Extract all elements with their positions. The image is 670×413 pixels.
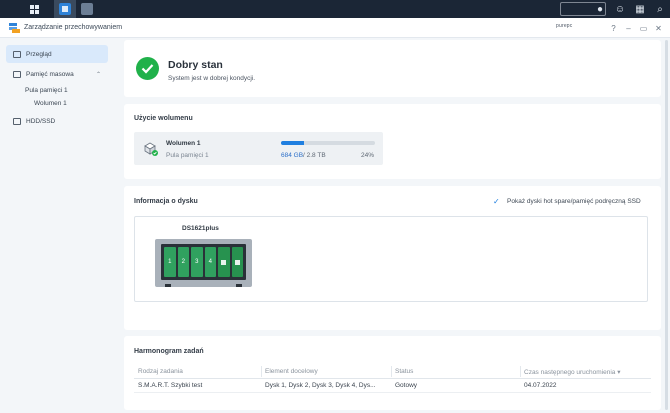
cell-task-type: S.M.A.R.T. Szybki test — [138, 382, 203, 389]
user-icon[interactable]: ☺ — [610, 0, 630, 18]
maximize-button[interactable]: ▭ — [638, 21, 649, 35]
status-title: Dobry stan — [168, 59, 223, 71]
main-menu-button[interactable] — [23, 0, 45, 18]
column-divider[interactable] — [520, 366, 521, 377]
status-card: Dobry stan System jest w dobrej kondycji… — [124, 40, 661, 97]
nas-foot — [165, 284, 171, 287]
sidebar-item-hdd[interactable]: HDD/SSD — [6, 112, 108, 130]
watermark-text: purepc — [556, 23, 573, 29]
nas-device[interactable]: 1 2 3 4 — [155, 239, 252, 287]
storage-manager-task[interactable] — [54, 0, 76, 18]
sidebar-item-storage[interactable]: Pamięć masowa — [6, 65, 108, 83]
disk-bay-3[interactable]: 3 — [191, 247, 203, 277]
status-subtitle: System jest w dobrej kondycji. — [168, 75, 256, 82]
disk-view: DS1621plus 1 2 3 4 — [134, 216, 648, 302]
volume-name: Wolumen 1 — [166, 140, 201, 147]
app-icon — [81, 3, 93, 15]
check-circle-icon — [136, 57, 159, 80]
storage-manager-icon — [9, 23, 20, 33]
disk-info-card: Informacja o dysku ✓ Pokaż dyski hot spa… — [124, 186, 661, 330]
hot-spare-checkbox-label[interactable]: Pokaż dyski hot spare/pamięć podręczną S… — [507, 198, 641, 205]
volume-icon — [144, 142, 158, 156]
disk-bay-2[interactable]: 2 — [177, 247, 189, 277]
grid-icon — [29, 4, 39, 14]
notification-icon[interactable]: ● — [590, 0, 610, 18]
sidebar-item-label: Przegląd — [26, 50, 52, 58]
second-app-task[interactable] — [76, 0, 98, 18]
table-header-row: Rodzaj zadania Element docelowy Status C… — [134, 365, 651, 379]
sidebar-item-label: Pamięć masowa — [26, 70, 74, 78]
help-button[interactable]: ? — [608, 21, 619, 35]
storage-icon — [13, 70, 21, 78]
schedule-heading: Harmonogram zadań — [134, 348, 204, 355]
sidebar: Przegląd Pamięć masowa ⌃ Pula pamięci 1 … — [0, 39, 114, 413]
volume-usage-heading: Użycie wolumenu — [134, 115, 193, 122]
volume-percent: 24% — [361, 152, 375, 159]
storage-manager-window: Zarządzanie przechowywaniem purepc ? – ▭… — [0, 18, 670, 413]
disk-bay-6[interactable] — [231, 247, 243, 277]
volume-pool: Pula pamięci 1 — [166, 152, 209, 159]
volume-total: / 2.8 TB — [303, 152, 326, 159]
nas-front-panel: 1 2 3 4 — [161, 244, 246, 280]
search-icon[interactable]: ⌕ — [650, 0, 670, 18]
task-schedule-card: Harmonogram zadań Rodzaj zadania Element… — [124, 336, 661, 410]
volume-total-value: 2.8 TB — [306, 152, 326, 159]
window-controls: ? – ▭ ✕ — [608, 21, 664, 35]
disk-bay-5[interactable] — [218, 247, 230, 277]
schedule-table: Rodzaj zadania Element docelowy Status C… — [134, 365, 651, 393]
column-header-status[interactable]: Status — [395, 368, 515, 375]
window-title: Zarządzanie przechowywaniem — [24, 24, 123, 31]
checkmark-icon[interactable]: ✓ — [493, 198, 503, 206]
table-row[interactable]: S.M.A.R.T. Szybki test Dysk 1, Dysk 2, D… — [134, 379, 651, 393]
column-header-task-type[interactable]: Rodzaj zadania — [138, 368, 258, 375]
taskbar-tray: ● ☺ ▦ ⌕ — [590, 0, 670, 18]
close-button[interactable]: ✕ — [653, 21, 664, 35]
volume-item[interactable]: Wolumen 1 Pula pamięci 1 684 GB / 2.8 TB… — [134, 132, 383, 165]
window-titlebar: Zarządzanie przechowywaniem purepc ? – ▭… — [0, 18, 670, 38]
disk-bay-1[interactable]: 1 — [164, 247, 176, 277]
nas-model: DS1621plus — [182, 225, 219, 232]
volume-separator: / — [303, 152, 305, 159]
chevron-up-icon[interactable]: ⌃ — [96, 71, 101, 78]
overview-icon — [13, 50, 21, 58]
hdd-icon — [13, 117, 21, 125]
storage-app-icon — [59, 3, 71, 15]
widgets-icon[interactable]: ▦ — [630, 0, 650, 18]
column-header-next-run[interactable]: Czas następnego uruchomienia ▾ — [524, 368, 649, 376]
sidebar-item-overview[interactable]: Przegląd — [6, 45, 108, 63]
volume-usage-card: Użycie wolumenu Wolumen 1 Pula pamięci 1… — [124, 104, 661, 179]
minimize-button[interactable]: – — [623, 21, 634, 35]
volume-used: 684 GB — [281, 152, 304, 159]
volume-usage-bar — [281, 141, 375, 145]
volume-usage-fill — [281, 141, 304, 145]
sidebar-item-label: HDD/SSD — [26, 117, 56, 125]
scrollbar[interactable] — [665, 40, 668, 410]
column-header-target[interactable]: Element docelowy — [265, 368, 390, 375]
sidebar-item-pool[interactable]: Pula pamięci 1 — [25, 87, 68, 94]
disk-bay-4[interactable]: 4 — [204, 247, 216, 277]
disk-info-heading: Informacja o dysku — [134, 198, 198, 205]
cell-next-run: 04.07.2022 — [524, 382, 557, 389]
empty-bay-icon — [234, 259, 240, 265]
sidebar-item-volume[interactable]: Wolumen 1 — [34, 100, 67, 107]
nas-foot — [236, 284, 242, 287]
taskbar: ● ☺ ▦ ⌕ — [0, 0, 670, 18]
empty-bay-icon — [221, 259, 227, 265]
column-divider[interactable] — [391, 366, 392, 377]
cell-target: Dysk 1, Dysk 2, Dysk 3, Dysk 4, Dys... — [265, 382, 376, 389]
column-divider[interactable] — [261, 366, 262, 377]
cell-status: Gotowy — [395, 382, 418, 389]
